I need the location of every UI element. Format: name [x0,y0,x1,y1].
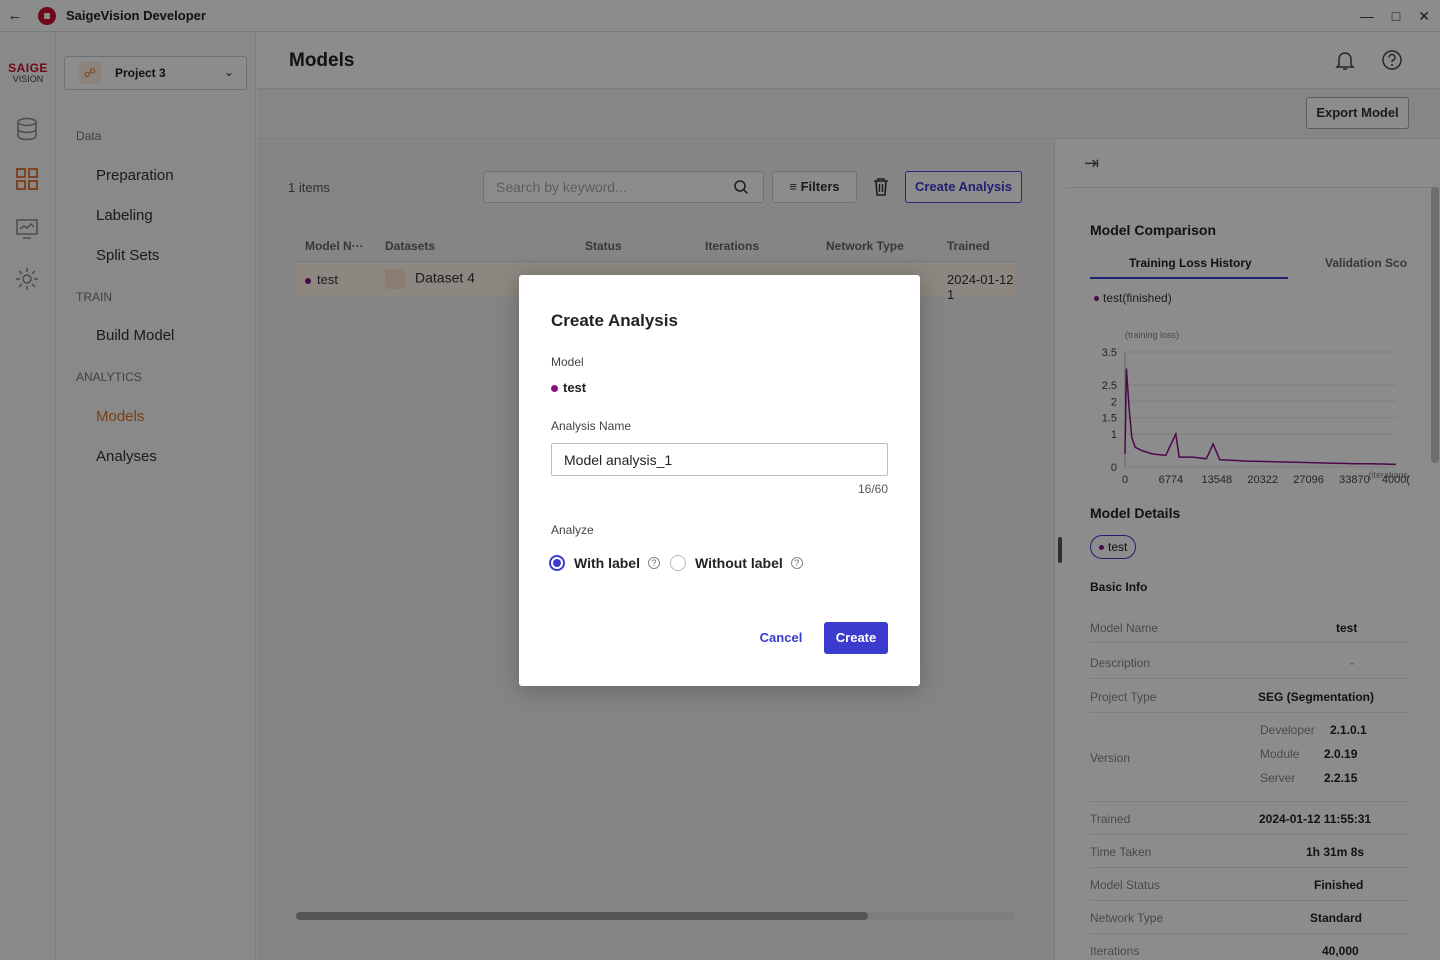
help-icon[interactable]: ? [648,557,660,569]
model-value: test [551,380,586,395]
analysis-name-input[interactable] [551,443,888,476]
model-label: Model [551,355,584,369]
char-counter: 16/60 [857,482,888,496]
help-icon[interactable]: ? [790,557,803,569]
analysis-name-label: Analysis Name [551,419,632,433]
create-button[interactable]: Create [824,622,888,654]
with-label-text[interactable]: With label [574,555,640,571]
dialog-title: Create Analysis [551,311,678,330]
model-value-text: test [563,380,587,395]
without-label-radio[interactable] [670,555,686,571]
create-analysis-dialog: Create Analysis Model test Analysis Name… [519,275,920,686]
analyze-label: Analyze [551,523,594,537]
with-label-radio[interactable] [549,555,565,571]
analyze-options: With label ? Without label ? [549,555,813,571]
model-color-dot [551,385,558,393]
cancel-button[interactable]: Cancel [751,622,811,654]
without-label-text[interactable]: Without label [695,555,783,571]
